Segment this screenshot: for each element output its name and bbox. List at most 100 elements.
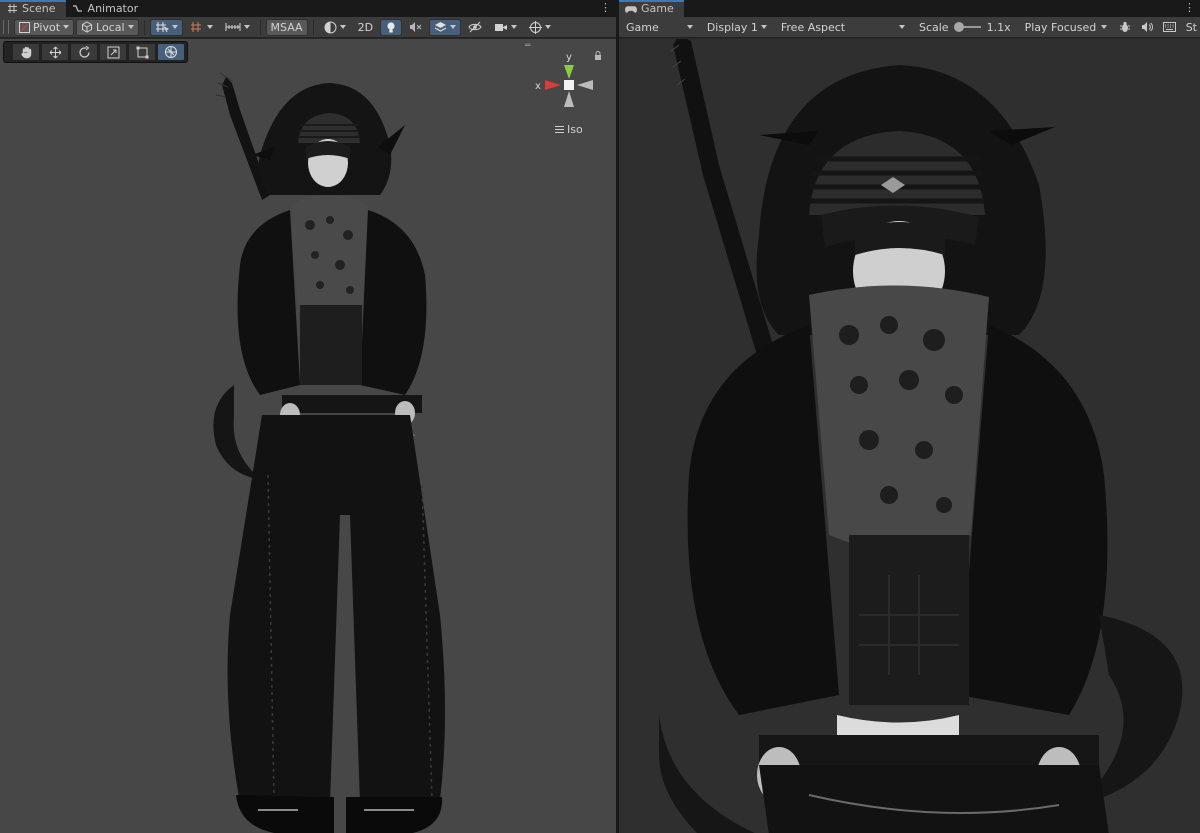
lightbulb-icon (385, 21, 397, 34)
projection-label: Iso (567, 123, 583, 136)
rect-icon (136, 46, 149, 59)
transform-icon (164, 45, 178, 59)
rect-tool-button[interactable] (128, 43, 156, 61)
keyboard-icon (1162, 22, 1176, 32)
game-type-dropdown[interactable]: Game (621, 19, 698, 36)
chevron-down-icon (898, 25, 905, 29)
aspect-label: Free Aspect (780, 20, 846, 34)
chevron-down-icon (63, 25, 70, 29)
chevron-down-icon (686, 25, 693, 29)
iso-lines-icon (555, 126, 564, 133)
draw-mode-dropdown[interactable] (319, 19, 351, 36)
scene-visibility-button[interactable] (463, 19, 487, 36)
rotate-tool-button[interactable] (70, 43, 98, 61)
gizmo-neg-y-axis[interactable] (564, 91, 574, 107)
speaker-muted-icon (409, 21, 422, 33)
gamepad-icon (625, 3, 637, 15)
animator-icon (72, 3, 84, 15)
local-dropdown[interactable]: Local (76, 18, 139, 36)
chevron-down-icon (450, 25, 457, 29)
gizmo-y-axis[interactable] (564, 65, 574, 79)
display-dropdown[interactable]: Display 1 (702, 19, 772, 36)
hand-tool-button[interactable] (12, 43, 40, 61)
orientation-gizmo[interactable]: y x (531, 51, 607, 131)
gizmos-dropdown[interactable] (524, 19, 556, 36)
chevron-down-icon (127, 25, 134, 29)
scale-tool-button[interactable] (99, 43, 127, 61)
gizmo-x-axis[interactable] (545, 80, 561, 90)
grid-snap-icon (155, 21, 169, 33)
grid-icon (190, 21, 204, 33)
stats-button[interactable]: St (1183, 19, 1198, 36)
tab-scene[interactable]: Scene (0, 0, 66, 17)
ruler-icon (225, 21, 241, 33)
chevron-down-icon (511, 25, 518, 29)
move-icon (49, 46, 62, 59)
scale-slider-thumb[interactable] (953, 22, 964, 32)
chevron-down-icon (171, 25, 178, 29)
tab-game-label: Game (641, 2, 674, 15)
scale-label: Scale (918, 20, 949, 34)
toolbar-separator (259, 19, 261, 35)
frame-debugger-button[interactable] (1116, 19, 1134, 36)
layers-icon (434, 21, 447, 33)
rotate-icon (78, 45, 91, 59)
bug-icon (1119, 21, 1131, 33)
projection-toggle[interactable]: Iso (555, 123, 583, 136)
move-tool-button[interactable] (41, 43, 69, 61)
cube-icon (81, 21, 93, 33)
gizmo-center-cube[interactable] (564, 80, 574, 90)
play-mode-label: Play Focused (1024, 20, 1097, 34)
game-panel: Game ⋮ Game Display 1 Free Aspect Scale … (619, 0, 1200, 833)
stats-label: St (1185, 20, 1197, 34)
gizmo-neg-x-axis[interactable] (577, 80, 593, 90)
scale-slider[interactable] (953, 22, 981, 32)
game-more-icon[interactable]: ⋮ (1184, 2, 1195, 14)
pivot-dropdown[interactable]: Pivot (14, 18, 75, 36)
2d-label: 2D (357, 20, 374, 34)
scale-icon (107, 46, 120, 59)
tab-game[interactable]: Game (619, 0, 684, 17)
game-viewport[interactable] (619, 39, 1200, 833)
grid-snap-button[interactable] (149, 18, 183, 36)
tools-overlay (3, 41, 188, 63)
hand-icon (20, 46, 33, 59)
eye-off-icon (468, 21, 482, 33)
scene-tabbar: Scene Animator ⋮ (0, 0, 616, 17)
grid-visibility-button[interactable] (185, 19, 218, 36)
shading-sphere-icon (324, 21, 337, 34)
msaa-label: MSAA (270, 20, 303, 34)
scene-more-icon[interactable]: ⋮ (600, 2, 611, 14)
speaker-icon (1141, 21, 1153, 33)
chevron-down-icon (760, 25, 767, 29)
hash-icon (6, 3, 18, 15)
audio-toggle-button[interactable] (404, 19, 427, 36)
tab-animator-label: Animator (87, 2, 139, 15)
shortcuts-button[interactable] (1160, 19, 1179, 36)
increment-snap-button[interactable] (220, 19, 255, 36)
2d-toggle-button[interactable]: 2D (353, 19, 378, 36)
camera-icon (494, 22, 508, 33)
toolbar-separator (312, 19, 314, 35)
aspect-dropdown[interactable]: Free Aspect (776, 19, 910, 36)
camera-dropdown[interactable] (489, 19, 522, 36)
msaa-button[interactable]: MSAA (265, 18, 308, 36)
overlay-grip-icon[interactable]: ═ (525, 41, 530, 51)
local-label: Local (96, 20, 125, 34)
play-mode-dropdown[interactable]: Play Focused (1020, 19, 1112, 36)
game-character-model[interactable] (659, 39, 1200, 833)
effects-dropdown[interactable] (429, 18, 462, 36)
gizmo-x-label: x (535, 81, 541, 92)
toolbar-grip[interactable] (3, 20, 9, 34)
chevron-down-icon (243, 25, 250, 29)
display-label: Display 1 (706, 20, 758, 34)
gizmos-globe-icon (529, 20, 543, 34)
chevron-down-icon (206, 25, 213, 29)
lighting-toggle-button[interactable] (380, 18, 403, 36)
chevron-down-icon (1100, 25, 1107, 29)
mute-audio-button[interactable] (1138, 19, 1156, 36)
transform-tool-button[interactable] (157, 43, 185, 61)
scene-viewport[interactable]: ═ y x Iso (0, 39, 616, 833)
tab-animator[interactable]: Animator (66, 0, 149, 17)
scene-character-model[interactable] (200, 55, 470, 833)
